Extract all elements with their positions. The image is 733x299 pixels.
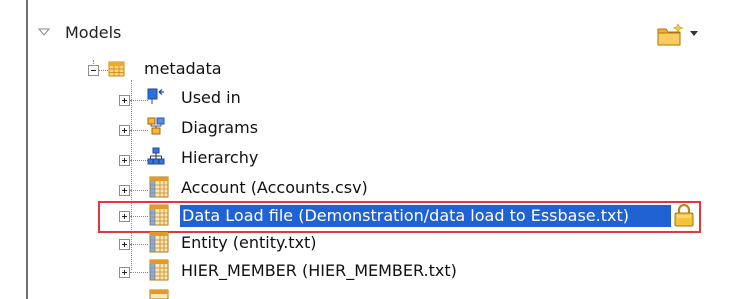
table-icon [149, 204, 169, 226]
diagrams-icon [147, 117, 165, 135]
collapse-triangle-icon[interactable] [38, 26, 50, 38]
expand-toggle-used-in[interactable] [119, 95, 130, 106]
tree-item-hier-member[interactable]: HIER_MEMBER (HIER_MEMBER.txt) [181, 261, 457, 281]
new-folder-icon[interactable] [655, 23, 715, 47]
panel-header: Models [28, 16, 733, 50]
hierarchy-icon [147, 147, 165, 165]
lock-icon [674, 203, 694, 227]
root-collapse-toggle[interactable] [88, 65, 99, 76]
tree-item-used-in[interactable]: Used in [181, 88, 241, 108]
panel-title: Models [65, 23, 122, 42]
tree-item-account[interactable]: Account (Accounts.csv) [181, 178, 368, 198]
tree-item-hierarchy[interactable]: Hierarchy [181, 148, 258, 168]
expand-toggle-entity[interactable] [119, 239, 130, 250]
tree-item-data-load-file[interactable]: Data Load file (Demonstration/data load … [182, 206, 629, 226]
expand-toggle-data-load-file[interactable] [119, 211, 130, 222]
used-in-icon [147, 88, 164, 104]
tree-item-entity[interactable]: Entity (entity.txt) [181, 233, 317, 253]
table-icon [149, 231, 169, 253]
tree-root-label[interactable]: metadata [144, 59, 222, 79]
models-panel: Models metadata Used in Diagrams Hierarc… [0, 0, 733, 299]
table-icon [149, 176, 169, 198]
table-icon [149, 289, 169, 299]
chevron-down-icon[interactable] [690, 31, 698, 36]
expand-toggle-diagrams[interactable] [119, 125, 130, 136]
expand-toggle-hier-member[interactable] [119, 267, 130, 278]
table-icon [149, 259, 169, 281]
expand-toggle-account[interactable] [119, 185, 130, 196]
tree-item-diagrams[interactable]: Diagrams [181, 118, 258, 138]
database-icon [108, 61, 125, 77]
expand-toggle-hierarchy[interactable] [119, 155, 130, 166]
